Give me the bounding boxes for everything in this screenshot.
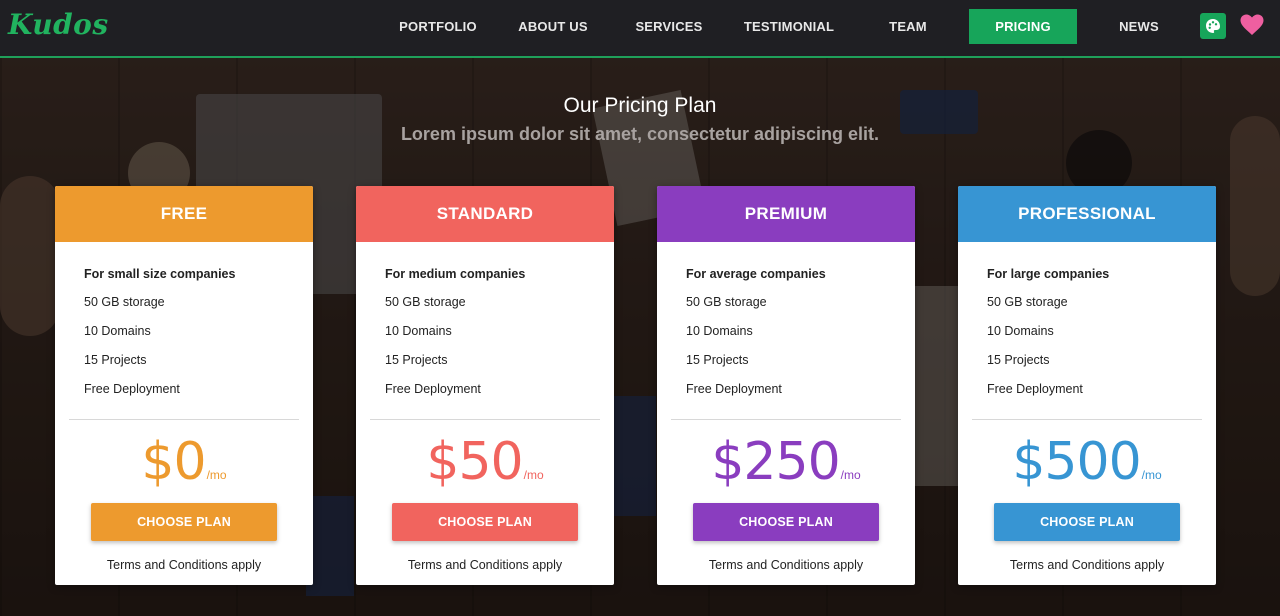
feature-item: Free Deployment bbox=[385, 382, 481, 396]
feature-item: 50 GB storage bbox=[987, 295, 1068, 309]
plan-audience: For large companies bbox=[987, 267, 1110, 281]
navbar: Kudos PORTFOLIO ABOUT US SERVICES TESTIM… bbox=[0, 0, 1280, 58]
feature-item: 50 GB storage bbox=[385, 295, 466, 309]
divider bbox=[69, 419, 299, 420]
price-amount: $500 bbox=[1012, 432, 1141, 492]
plan-name: FREE bbox=[55, 186, 313, 242]
price-amount: $250 bbox=[711, 432, 840, 492]
price-period: /mo bbox=[206, 468, 227, 482]
plan-audience: For average companies bbox=[686, 267, 826, 281]
terms-link[interactable]: Terms and Conditions apply bbox=[958, 558, 1216, 572]
terms-link[interactable]: Terms and Conditions apply bbox=[657, 558, 915, 572]
price-period: /mo bbox=[523, 468, 544, 482]
feature-list: For medium companies 50 GB storage 10 Doma… bbox=[356, 242, 614, 411]
price: $500/mo bbox=[958, 434, 1216, 490]
nav-item-portfolio[interactable]: PORTFOLIO bbox=[396, 9, 480, 44]
price: $50/mo bbox=[356, 434, 614, 490]
plan-name: PREMIUM bbox=[657, 186, 915, 242]
terms-link[interactable]: Terms and Conditions apply bbox=[356, 558, 614, 572]
feature-item: 50 GB storage bbox=[84, 295, 165, 309]
choose-plan-button[interactable]: CHOOSE PLAN bbox=[392, 503, 578, 541]
price-amount: $50 bbox=[426, 432, 523, 492]
feature-list: For small size companies 50 GB storage 10 … bbox=[55, 242, 313, 411]
pricing-card-premium: PREMIUM For average companies 50 GB storag… bbox=[657, 186, 915, 585]
feature-item: 10 Domains bbox=[84, 324, 151, 338]
palette-icon bbox=[1206, 19, 1220, 33]
divider bbox=[370, 419, 600, 420]
choose-plan-button[interactable]: CHOOSE PLAN bbox=[994, 503, 1180, 541]
heart-icon bbox=[1240, 14, 1264, 35]
section-subtitle: Lorem ipsum dolor sit amet, consectetur … bbox=[400, 124, 880, 144]
choose-plan-button[interactable]: CHOOSE PLAN bbox=[693, 503, 879, 541]
divider bbox=[671, 419, 901, 420]
terms-link[interactable]: Terms and Conditions apply bbox=[55, 558, 313, 572]
feature-item: 15 Projects bbox=[84, 353, 147, 367]
price-period: /mo bbox=[1141, 468, 1162, 482]
plan-name: PROFESSIONAL bbox=[958, 186, 1216, 242]
logo[interactable]: Kudos bbox=[8, 8, 109, 41]
feature-item: 10 Domains bbox=[987, 324, 1054, 338]
nav-item-about-us[interactable]: ABOUT US bbox=[514, 9, 592, 44]
feature-item: 15 Projects bbox=[686, 353, 749, 367]
plan-audience: For medium companies bbox=[385, 267, 526, 281]
feature-item: 15 Projects bbox=[987, 353, 1050, 367]
nav-item-pricing[interactable]: PRICING bbox=[969, 9, 1077, 44]
feature-item: Free Deployment bbox=[987, 382, 1083, 396]
nav-item-team[interactable]: TEAM bbox=[880, 9, 936, 44]
plan-audience: For small size companies bbox=[84, 267, 236, 281]
feature-item: Free Deployment bbox=[686, 382, 782, 396]
pricing-card-standard: STANDARD For medium companies 50 GB storag… bbox=[356, 186, 614, 585]
nav-item-testimonial[interactable]: TESTIMONIAL bbox=[740, 9, 838, 44]
divider bbox=[972, 419, 1202, 420]
pricing-card-professional: PROFESSIONAL For large companies 50 GB sto… bbox=[958, 186, 1216, 585]
feature-item: 15 Projects bbox=[385, 353, 448, 367]
favorite-button[interactable] bbox=[1240, 14, 1264, 36]
feature-list: For average companies 50 GB storage 10 Dom… bbox=[657, 242, 915, 411]
price: $0/mo bbox=[55, 434, 313, 490]
feature-item: 50 GB storage bbox=[686, 295, 767, 309]
price-amount: $0 bbox=[141, 432, 206, 492]
nav-item-services[interactable]: SERVICES bbox=[630, 9, 708, 44]
feature-item: 10 Domains bbox=[385, 324, 452, 338]
nav-item-news[interactable]: NEWS bbox=[1112, 9, 1166, 44]
theme-button[interactable] bbox=[1200, 13, 1226, 39]
feature-item: Free Deployment bbox=[84, 382, 180, 396]
price-period: /mo bbox=[840, 468, 861, 482]
plan-name: STANDARD bbox=[356, 186, 614, 242]
section-title: Our Pricing Plan bbox=[563, 94, 717, 117]
pricing-card-free: FREE For small size companies 50 GB storag… bbox=[55, 186, 313, 585]
choose-plan-button[interactable]: CHOOSE PLAN bbox=[91, 503, 277, 541]
price: $250/mo bbox=[657, 434, 915, 490]
feature-list: For large companies 50 GB storage 10 Domai… bbox=[958, 242, 1216, 411]
feature-item: 10 Domains bbox=[686, 324, 753, 338]
